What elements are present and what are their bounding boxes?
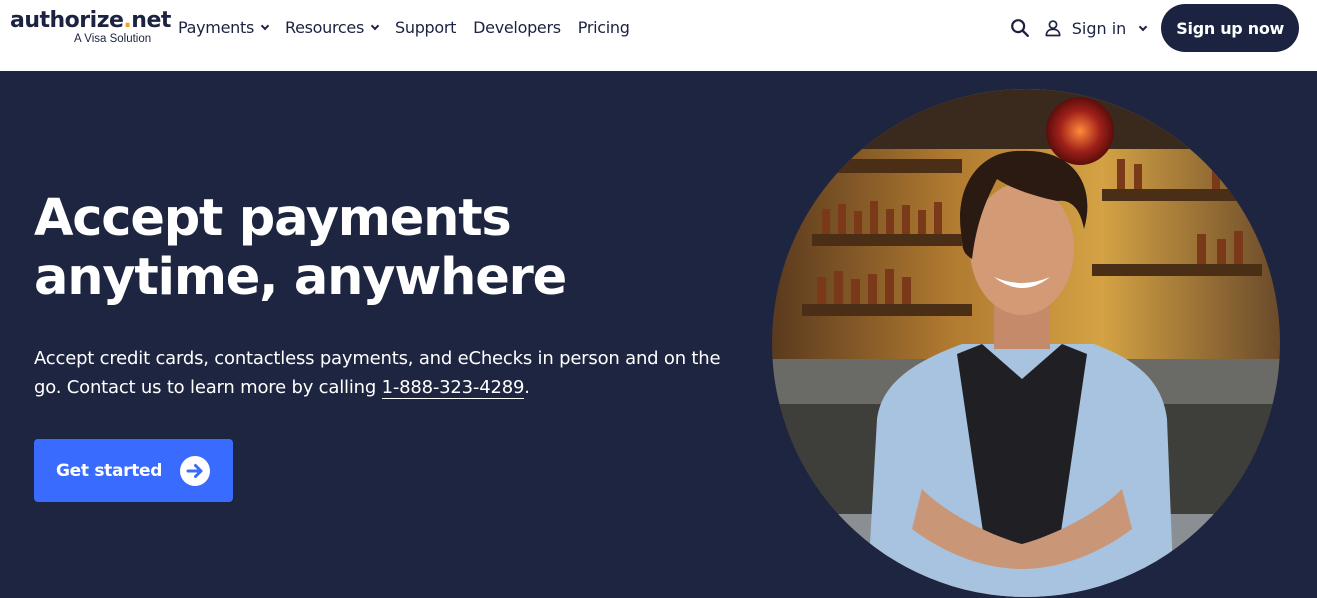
- get-started-button[interactable]: Get started: [34, 439, 233, 502]
- site-header: authorize.net A Visa Solution Payments R…: [0, 0, 1317, 71]
- get-started-label: Get started: [56, 460, 163, 481]
- nav-item-label: Payments: [178, 18, 254, 37]
- nav-item-support[interactable]: Support: [395, 18, 456, 37]
- logo-text-net: net: [131, 8, 171, 33]
- sign-in-menu[interactable]: Sign in: [1043, 18, 1148, 38]
- hero-section: Accept payments anytime, anywhere Accept…: [0, 71, 1317, 598]
- nav-item-resources[interactable]: Resources: [284, 18, 380, 37]
- nav-item-label: Pricing: [577, 18, 630, 37]
- logo-wordmark: authorize.net: [10, 9, 171, 33]
- authorize-net-logo[interactable]: authorize.net A Visa Solution: [10, 9, 171, 46]
- nav-item-label: Resources: [284, 18, 364, 37]
- nav-item-label: Support: [395, 18, 457, 37]
- nav-item-payments[interactable]: Payments: [178, 18, 270, 37]
- hero-headline: Accept payments anytime, anywhere: [34, 189, 567, 307]
- logo-tagline: A Visa Solution: [74, 33, 152, 45]
- hero-description-end: .: [524, 377, 530, 398]
- nav-item-label: Developers: [473, 18, 561, 37]
- main-nav: Payments Resources Support Developers Pr…: [178, 18, 647, 37]
- chevron-down-icon: [260, 21, 270, 31]
- logo-text-authorize: authorize: [10, 8, 124, 33]
- sign-up-button[interactable]: Sign up now: [1161, 4, 1299, 52]
- sign-up-label: Sign up now: [1176, 18, 1284, 38]
- chevron-down-icon: [370, 21, 380, 31]
- chevron-down-icon: [1139, 22, 1148, 31]
- nav-item-developers[interactable]: Developers: [473, 18, 561, 37]
- hero-description-text: Accept credit cards, contactless payment…: [34, 348, 721, 398]
- phone-link[interactable]: 1-888-323-4289: [381, 377, 524, 399]
- header-actions: Sign in Sign up now: [1009, 4, 1299, 52]
- hero-description: Accept credit cards, contactless payment…: [34, 344, 734, 402]
- nav-item-pricing[interactable]: Pricing: [578, 18, 630, 37]
- merchant-photo-illustration: [772, 89, 1280, 597]
- arrow-right-circle-icon: [180, 456, 210, 486]
- hero-photo-merchant: [772, 89, 1280, 597]
- user-icon: [1045, 20, 1061, 37]
- search-icon[interactable]: [1009, 17, 1031, 39]
- sign-in-label: Sign in: [1071, 18, 1127, 38]
